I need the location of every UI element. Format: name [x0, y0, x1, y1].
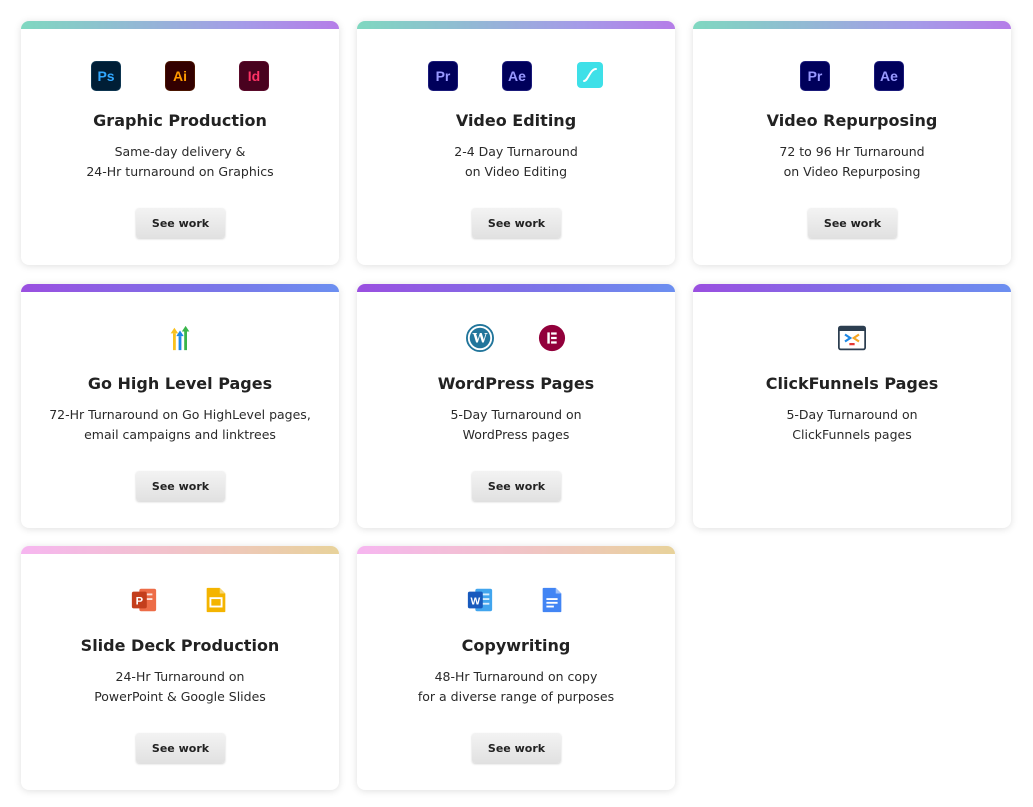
see-work-button[interactable]: See work: [136, 471, 225, 501]
motion-graphics-icon: [576, 61, 604, 89]
service-card-clickfunnels: ClickFunnels Pages 5-Day Turnaround on C…: [693, 284, 1011, 528]
see-work-button[interactable]: See work: [472, 208, 561, 238]
card-description: 72 to 96 Hr Turnaround on Video Repurpos…: [779, 144, 925, 179]
card-description: Same-day delivery & 24-Hr turnaround on …: [86, 144, 274, 179]
indesign-icon: Id: [239, 61, 269, 91]
card-title: ClickFunnels Pages: [765, 374, 939, 393]
card-accent-bar: [693, 21, 1011, 29]
google-docs-icon: [538, 586, 566, 614]
see-work-button[interactable]: See work: [472, 733, 561, 763]
elementor-icon: [538, 324, 566, 352]
card-accent-bar: [357, 284, 675, 292]
service-card-video-editing: Pr Ae Video Editing 2-4 Day Turnaround o…: [357, 21, 675, 265]
service-card-slide-deck: P Slide Deck Production 24-Hr Turnaround…: [21, 546, 339, 790]
card-accent-bar: [21, 546, 339, 554]
gohighlevel-icon: [166, 324, 194, 352]
card-title: WordPress Pages: [437, 374, 595, 393]
service-card-video-repurposing: Pr Ae Video Repurposing 72 to 96 Hr Turn…: [693, 21, 1011, 265]
card-title: Graphic Production: [93, 111, 267, 130]
card-description: 2-4 Day Turnaround on Video Editing: [454, 144, 578, 179]
card-accent-bar: [357, 546, 675, 554]
after-effects-icon: Ae: [874, 61, 904, 91]
card-description: 5-Day Turnaround on ClickFunnels pages: [786, 407, 918, 442]
card-description: 48-Hr Turnaround on copy for a diverse r…: [417, 669, 615, 704]
service-card-wordpress: W WordPress Pages 5-Day Turnaround on Wo…: [357, 284, 675, 528]
word-icon: W: [466, 586, 494, 614]
svg-text:W: W: [470, 597, 480, 608]
card-accent-bar: [21, 21, 339, 29]
photoshop-icon: Ps: [91, 61, 121, 91]
service-card-go-high-level: Go High Level Pages 72-Hr Turnaround on …: [21, 284, 339, 528]
svg-text:P: P: [136, 596, 144, 608]
premiere-pro-icon: Pr: [428, 61, 458, 91]
after-effects-icon: Ae: [502, 61, 532, 91]
google-slides-icon: [202, 586, 230, 614]
service-card-copywriting: W Copywriting 48-Hr Turnaround on copy f…: [357, 546, 675, 790]
powerpoint-icon: P: [130, 586, 158, 614]
card-title: Video Editing: [455, 111, 577, 130]
clickfunnels-icon: [838, 324, 866, 352]
card-description: 5-Day Turnaround on WordPress pages: [450, 407, 582, 442]
service-card-graphic-production: Ps Ai Id Graphic Production Same-day del…: [21, 21, 339, 265]
see-work-button[interactable]: See work: [472, 471, 561, 501]
card-description: 24-Hr Turnaround on PowerPoint & Google …: [94, 669, 266, 704]
see-work-button[interactable]: See work: [136, 208, 225, 238]
premiere-pro-icon: Pr: [800, 61, 830, 91]
card-accent-bar: [693, 284, 1011, 292]
card-title: Slide Deck Production: [80, 636, 280, 655]
card-accent-bar: [357, 21, 675, 29]
card-title: Copywriting: [461, 636, 571, 655]
card-description: 72-Hr Turnaround on Go HighLevel pages, …: [49, 407, 311, 442]
svg-text:W: W: [472, 332, 488, 347]
wordpress-icon: W: [466, 324, 494, 352]
see-work-button[interactable]: See work: [136, 733, 225, 763]
card-title: Go High Level Pages: [87, 374, 273, 393]
illustrator-icon: Ai: [165, 61, 195, 91]
card-accent-bar: [21, 284, 339, 292]
see-work-button[interactable]: See work: [808, 208, 897, 238]
card-title: Video Repurposing: [766, 111, 938, 130]
